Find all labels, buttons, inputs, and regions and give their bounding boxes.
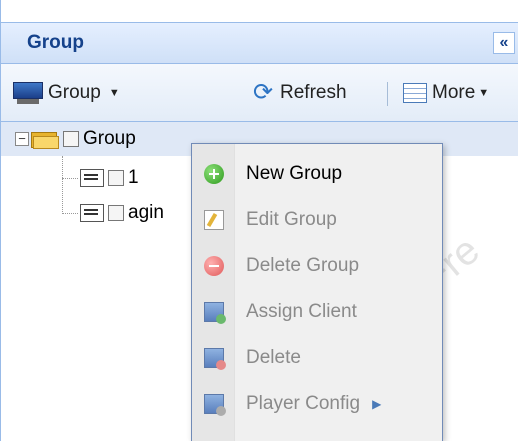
tree-node-label: 1: [128, 167, 139, 188]
menu-item-player-config[interactable]: Player Config ▶: [192, 384, 442, 424]
tree-node-label: Group: [83, 128, 136, 149]
more-button-label: More: [432, 82, 476, 103]
more-dropdown-button[interactable]: More ▼: [403, 80, 489, 106]
assign-client-icon: [204, 302, 226, 324]
tree-checkbox[interactable]: [63, 131, 79, 147]
collapse-icon[interactable]: «: [493, 32, 515, 54]
chevron-down-icon: ▼: [108, 87, 120, 99]
tree-node-label: agin: [128, 202, 164, 223]
collapse-node-icon[interactable]: −: [15, 132, 29, 146]
menu-item-delete-group[interactable]: Delete Group: [192, 246, 442, 286]
refresh-icon: ⟳: [252, 79, 274, 106]
delete-client-icon: [204, 348, 226, 370]
chevron-down-icon: ▼: [478, 87, 490, 99]
refresh-button-label: Refresh: [280, 82, 347, 103]
list-icon: [80, 169, 104, 187]
refresh-button[interactable]: ⟳ Refresh: [251, 80, 347, 106]
menu-item-label: Assign Client: [246, 301, 357, 322]
context-menu: New Group Edit Group Delete Group Assign…: [191, 143, 443, 441]
player-config-icon: [204, 394, 226, 416]
group-dropdown-button[interactable]: Group ▼: [13, 80, 120, 106]
menu-item-delete[interactable]: Delete: [192, 338, 442, 378]
folder-open-icon: [31, 129, 59, 149]
edit-icon: [204, 210, 224, 230]
panel-title: Group: [27, 32, 84, 53]
menu-item-label: Edit Group: [246, 209, 337, 230]
menu-item-assign-client[interactable]: Assign Client: [192, 292, 442, 332]
table-icon: [403, 83, 427, 103]
group-button-label: Group: [48, 82, 101, 103]
tree-checkbox[interactable]: [108, 205, 124, 221]
tree-checkbox[interactable]: [108, 170, 124, 186]
menu-item-label: New Group: [246, 163, 343, 184]
monitor-icon: [13, 82, 43, 104]
remove-circle-icon: [204, 256, 224, 276]
group-panel: Group « Group ▼ ⟳ Refresh More ▼ Gar Fre…: [0, 0, 518, 441]
submenu-arrow-icon: ▶: [372, 397, 382, 411]
menu-item-label: Delete: [246, 347, 301, 368]
menu-item-new-group[interactable]: New Group: [192, 154, 442, 194]
toolbar: Group ▼ ⟳ Refresh More ▼: [1, 64, 518, 122]
add-circle-icon: [204, 164, 224, 184]
menu-item-label: Delete Group: [246, 255, 360, 276]
panel-header: Group «: [1, 22, 518, 64]
toolbar-separator: [387, 82, 388, 106]
menu-item-edit-group[interactable]: Edit Group: [192, 200, 442, 240]
menu-item-label: Player Config: [246, 393, 361, 414]
list-icon: [80, 204, 104, 222]
